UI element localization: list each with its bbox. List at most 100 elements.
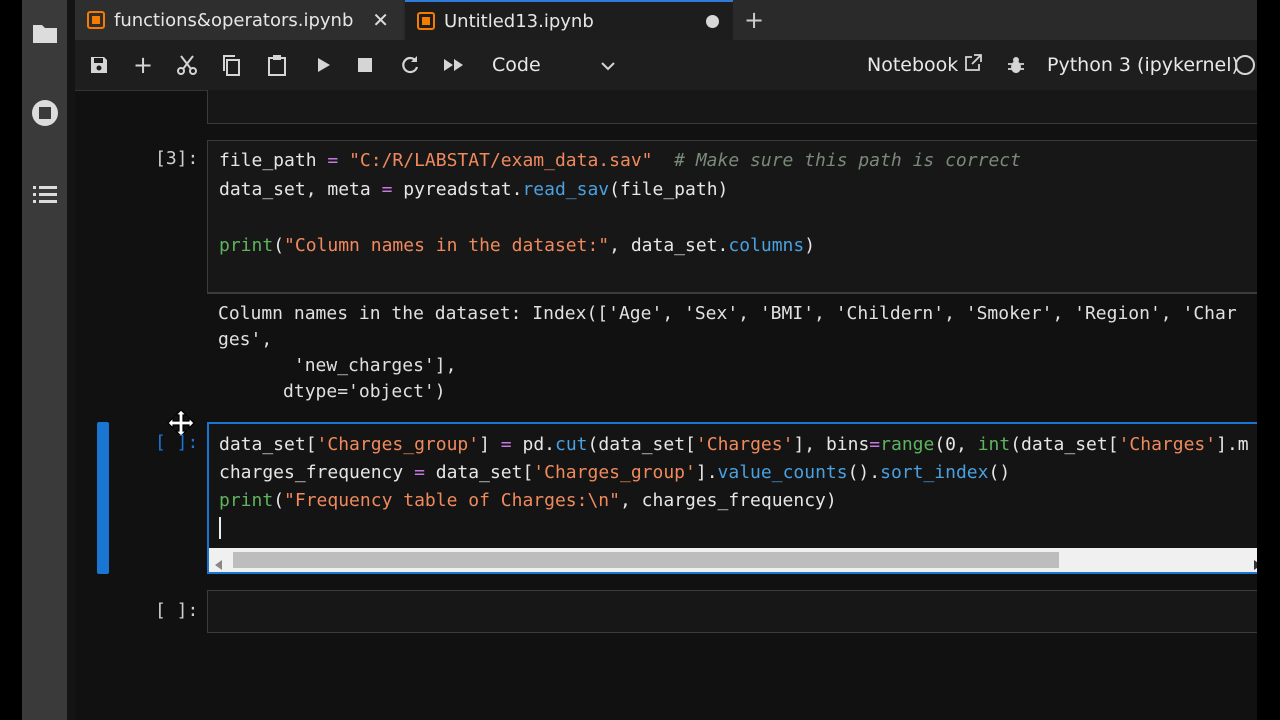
- execution-count: [ ]:: [155, 432, 199, 453]
- code-token: =: [414, 462, 425, 483]
- tab-untitled13[interactable]: Untitled13.ipynb: [405, 0, 733, 40]
- screen-edge: [1257, 0, 1280, 720]
- active-cell-indicator: [97, 422, 109, 574]
- code-cell-input[interactable]: file_path = "C:/R/LABSTAT/exam_data.sav"…: [207, 140, 1257, 293]
- active-code-cell-input[interactable]: data_set['Charges_group'] = pd.cut(data_…: [207, 422, 1257, 574]
- code-token: ].: [695, 462, 718, 483]
- code-keyword: range: [880, 434, 935, 455]
- scrollbar-thumb[interactable]: [233, 552, 1059, 568]
- output-divider: [207, 293, 1257, 294]
- code-function: read_sav: [522, 179, 610, 200]
- code-token: =: [869, 434, 881, 455]
- code-line-4: print("Column names in the dataset:", da…: [219, 232, 815, 260]
- cell-output-line: dtype='object'): [218, 381, 446, 402]
- cell-type-select[interactable]: Code: [492, 52, 615, 78]
- execution-count: [3]:: [155, 148, 199, 169]
- code-token: (data_set[: [587, 434, 696, 455]
- empty-code-cell-input[interactable]: [207, 590, 1257, 633]
- code-string: 'Charges_group': [533, 462, 696, 483]
- tab-functions-operators[interactable]: functions&operators.ipynb ✕: [75, 0, 403, 40]
- code-token: =: [500, 434, 512, 455]
- code-string: 'Charges_group': [316, 434, 480, 455]
- cell-output-line: 'new_charges'],: [218, 355, 457, 376]
- code-token: data_set[: [424, 462, 534, 483]
- tab-label: functions&operators.ipynb: [114, 9, 354, 31]
- code-line-1: data_set['Charges_group'] = pd.cut(data_…: [219, 431, 1249, 459]
- previous-cell-input[interactable]: [207, 90, 1257, 124]
- code-token: data_set, meta: [219, 179, 382, 200]
- scroll-left-arrow-icon[interactable]: [215, 555, 223, 574]
- code-line-1: file_path = "C:/R/LABSTAT/exam_data.sav"…: [219, 147, 1021, 175]
- code-token: , data_set.: [609, 235, 729, 256]
- left-sidebar: [22, 0, 67, 720]
- copy-icon[interactable]: [219, 52, 243, 78]
- notebook-toolbar: + Code Notebook Python 3 (ipykernel): [75, 40, 1257, 91]
- fast-forward-icon[interactable]: [442, 52, 466, 78]
- code-token: charges_frequency: [219, 462, 415, 483]
- code-string: 'Charges': [695, 434, 794, 455]
- restart-icon[interactable]: [398, 52, 422, 78]
- kernel-name[interactable]: Python 3 (ipykernel): [1047, 52, 1239, 78]
- code-token: ].m: [1216, 434, 1249, 455]
- code-token: file_path: [219, 150, 317, 171]
- cell-output-line: ges',: [218, 329, 273, 350]
- code-keyword: print: [219, 235, 274, 256]
- notebook-icon: [417, 12, 435, 30]
- code-token: pd.: [511, 434, 555, 455]
- notebook-label: Notebook: [867, 54, 959, 76]
- code-token: (0,: [934, 434, 978, 455]
- code-string: "Column names in the dataset:": [284, 235, 610, 256]
- close-icon[interactable]: ✕: [372, 8, 389, 32]
- external-link-icon: [964, 53, 983, 77]
- unsaved-dot-icon[interactable]: [706, 14, 719, 28]
- code-comment: # Make sure this path is correct: [652, 150, 1021, 171]
- text-caret: [219, 517, 221, 539]
- code-token: ]: [479, 434, 501, 455]
- folder-icon[interactable]: [22, 22, 67, 44]
- code-string: "Frequency table of Charges:\n": [284, 490, 620, 511]
- sidebar-divider: [67, 0, 75, 720]
- code-token: ], bins: [793, 434, 870, 455]
- notebook-icon: [87, 11, 105, 29]
- code-token: (: [273, 235, 285, 256]
- table-of-contents-icon[interactable]: [22, 183, 67, 207]
- code-token: (data_set[: [1010, 434, 1119, 455]
- notebook-panel: functions&operators.ipynb ✕ Untitled13.i…: [75, 0, 1257, 720]
- code-string: 'Charges': [1118, 434, 1217, 455]
- code-token: (: [273, 490, 285, 511]
- chevron-down-icon: [600, 54, 615, 76]
- run-icon[interactable]: [311, 52, 335, 78]
- code-token: ().: [847, 462, 881, 483]
- paste-icon[interactable]: [265, 52, 289, 78]
- code-token: (): [988, 462, 1011, 483]
- kernel-status-icon: [1233, 52, 1257, 78]
- add-cell-icon[interactable]: +: [131, 51, 155, 79]
- running-kernels-icon[interactable]: [22, 98, 67, 128]
- stop-icon[interactable]: [353, 52, 377, 78]
- code-token: data_set[: [219, 434, 317, 455]
- new-tab-button[interactable]: +: [739, 0, 769, 40]
- code-line-2: charges_frequency = data_set['Charges_gr…: [219, 459, 1010, 487]
- code-token: ): [804, 235, 816, 256]
- code-function: cut: [555, 434, 588, 455]
- code-attribute: columns: [728, 235, 805, 256]
- horizontal-scrollbar[interactable]: [209, 548, 1257, 572]
- save-icon[interactable]: [87, 52, 111, 78]
- code-token: pyreadstat.: [392, 179, 523, 200]
- debugger-bug-icon[interactable]: [1004, 52, 1028, 78]
- code-keyword: int: [977, 434, 1011, 455]
- tab-label: Untitled13.ipynb: [444, 10, 594, 32]
- execution-count: [ ]:: [155, 600, 199, 621]
- open-notebook-button[interactable]: Notebook: [867, 52, 983, 78]
- code-line-3: print("Frequency table of Charges:\n", c…: [219, 487, 837, 515]
- tab-bar: functions&operators.ipynb ✕ Untitled13.i…: [75, 0, 1257, 40]
- code-string: "C:/R/LABSTAT/exam_data.sav": [349, 150, 653, 171]
- code-function: value_counts: [717, 462, 848, 483]
- code-function: sort_index: [880, 462, 989, 483]
- code-token: (file_path): [609, 179, 729, 200]
- cell-output-line: Column names in the dataset: Index(['Age…: [218, 303, 1237, 324]
- code-token: =: [316, 150, 350, 171]
- cut-icon[interactable]: [175, 52, 199, 78]
- code-token: =: [381, 179, 393, 200]
- cell-type-label: Code: [492, 54, 541, 76]
